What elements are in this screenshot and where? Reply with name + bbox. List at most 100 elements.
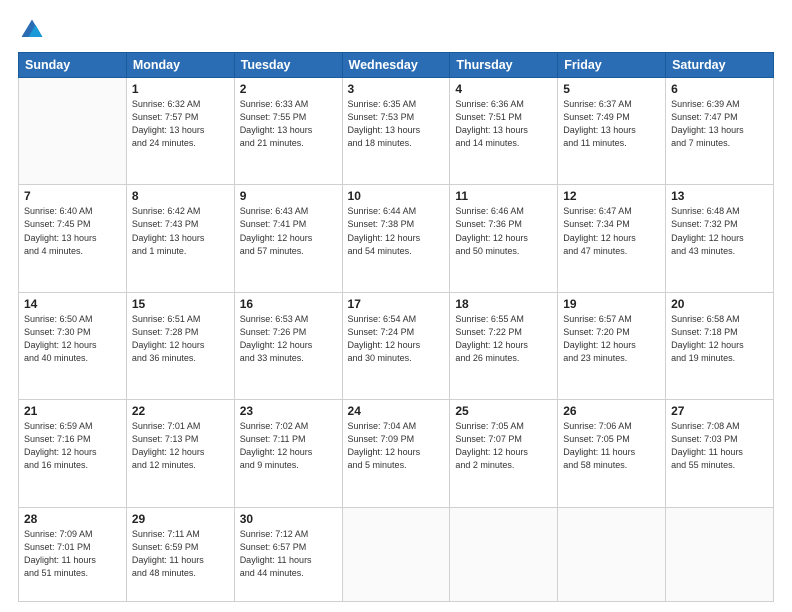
table-row: 7 Sunrise: 6:40 AM Sunset: 7:45 PM Daylig… xyxy=(19,185,127,292)
day-info: Sunrise: 6:48 AM Sunset: 7:32 PM Dayligh… xyxy=(671,205,768,257)
table-row: 2 Sunrise: 6:33 AM Sunset: 7:55 PM Daylig… xyxy=(234,78,342,185)
day-info: Sunrise: 7:12 AM Sunset: 6:57 PM Dayligh… xyxy=(240,528,337,580)
day-info: Sunrise: 6:54 AM Sunset: 7:24 PM Dayligh… xyxy=(348,313,445,365)
day-number: 2 xyxy=(240,82,337,96)
col-friday: Friday xyxy=(558,53,666,78)
day-number: 6 xyxy=(671,82,768,96)
day-number: 3 xyxy=(348,82,445,96)
day-number: 30 xyxy=(240,512,337,526)
table-row: 5 Sunrise: 6:37 AM Sunset: 7:49 PM Daylig… xyxy=(558,78,666,185)
table-row: 18 Sunrise: 6:55 AM Sunset: 7:22 PM Dayli… xyxy=(450,292,558,399)
day-number: 5 xyxy=(563,82,660,96)
table-row xyxy=(450,507,558,601)
table-row: 16 Sunrise: 6:53 AM Sunset: 7:26 PM Dayli… xyxy=(234,292,342,399)
day-number: 24 xyxy=(348,404,445,418)
table-row: 1 Sunrise: 6:32 AM Sunset: 7:57 PM Daylig… xyxy=(126,78,234,185)
day-number: 19 xyxy=(563,297,660,311)
day-info: Sunrise: 6:39 AM Sunset: 7:47 PM Dayligh… xyxy=(671,98,768,150)
table-row: 19 Sunrise: 6:57 AM Sunset: 7:20 PM Dayli… xyxy=(558,292,666,399)
day-info: Sunrise: 7:05 AM Sunset: 7:07 PM Dayligh… xyxy=(455,420,552,472)
day-info: Sunrise: 6:58 AM Sunset: 7:18 PM Dayligh… xyxy=(671,313,768,365)
table-row: 3 Sunrise: 6:35 AM Sunset: 7:53 PM Daylig… xyxy=(342,78,450,185)
table-row: 30 Sunrise: 7:12 AM Sunset: 6:57 PM Dayli… xyxy=(234,507,342,601)
day-number: 15 xyxy=(132,297,229,311)
day-info: Sunrise: 6:43 AM Sunset: 7:41 PM Dayligh… xyxy=(240,205,337,257)
day-number: 7 xyxy=(24,189,121,203)
col-monday: Monday xyxy=(126,53,234,78)
day-info: Sunrise: 6:37 AM Sunset: 7:49 PM Dayligh… xyxy=(563,98,660,150)
day-number: 1 xyxy=(132,82,229,96)
day-number: 9 xyxy=(240,189,337,203)
table-row: 13 Sunrise: 6:48 AM Sunset: 7:32 PM Dayli… xyxy=(666,185,774,292)
day-number: 8 xyxy=(132,189,229,203)
day-info: Sunrise: 6:47 AM Sunset: 7:34 PM Dayligh… xyxy=(563,205,660,257)
day-number: 16 xyxy=(240,297,337,311)
table-row: 4 Sunrise: 6:36 AM Sunset: 7:51 PM Daylig… xyxy=(450,78,558,185)
day-info: Sunrise: 7:01 AM Sunset: 7:13 PM Dayligh… xyxy=(132,420,229,472)
day-info: Sunrise: 7:11 AM Sunset: 6:59 PM Dayligh… xyxy=(132,528,229,580)
day-info: Sunrise: 6:53 AM Sunset: 7:26 PM Dayligh… xyxy=(240,313,337,365)
day-info: Sunrise: 6:55 AM Sunset: 7:22 PM Dayligh… xyxy=(455,313,552,365)
day-number: 13 xyxy=(671,189,768,203)
table-row: 27Sunrise: 7:08 AM Sunset: 7:03 PM Dayli… xyxy=(666,400,774,507)
day-number: 18 xyxy=(455,297,552,311)
table-row: 28 Sunrise: 7:09 AM Sunset: 7:01 PM Dayli… xyxy=(19,507,127,601)
day-info: Sunrise: 6:50 AM Sunset: 7:30 PM Dayligh… xyxy=(24,313,121,365)
day-info: Sunrise: 7:09 AM Sunset: 7:01 PM Dayligh… xyxy=(24,528,121,580)
table-row: 12 Sunrise: 6:47 AM Sunset: 7:34 PM Dayli… xyxy=(558,185,666,292)
day-number: 17 xyxy=(348,297,445,311)
calendar-table: Sunday Monday Tuesday Wednesday Thursday… xyxy=(18,52,774,602)
calendar-header-row: Sunday Monday Tuesday Wednesday Thursday… xyxy=(19,53,774,78)
day-info: Sunrise: 7:02 AM Sunset: 7:11 PM Dayligh… xyxy=(240,420,337,472)
day-number: 20 xyxy=(671,297,768,311)
day-info: Sunrise: 6:33 AM Sunset: 7:55 PM Dayligh… xyxy=(240,98,337,150)
table-row: 26Sunrise: 7:06 AM Sunset: 7:05 PM Dayli… xyxy=(558,400,666,507)
day-number: 21 xyxy=(24,404,121,418)
col-wednesday: Wednesday xyxy=(342,53,450,78)
day-info: Sunrise: 7:04 AM Sunset: 7:09 PM Dayligh… xyxy=(348,420,445,472)
day-number: 27 xyxy=(671,404,768,418)
table-row: 10 Sunrise: 6:44 AM Sunset: 7:38 PM Dayli… xyxy=(342,185,450,292)
day-number: 12 xyxy=(563,189,660,203)
day-info: Sunrise: 6:32 AM Sunset: 7:57 PM Dayligh… xyxy=(132,98,229,150)
day-info: Sunrise: 6:51 AM Sunset: 7:28 PM Dayligh… xyxy=(132,313,229,365)
table-row: 15 Sunrise: 6:51 AM Sunset: 7:28 PM Dayli… xyxy=(126,292,234,399)
col-sunday: Sunday xyxy=(19,53,127,78)
table-row: 25 Sunrise: 7:05 AM Sunset: 7:07 PM Dayli… xyxy=(450,400,558,507)
day-number: 23 xyxy=(240,404,337,418)
page: Sunday Monday Tuesday Wednesday Thursday… xyxy=(0,0,792,612)
table-row: 22 Sunrise: 7:01 AM Sunset: 7:13 PM Dayli… xyxy=(126,400,234,507)
day-number: 25 xyxy=(455,404,552,418)
day-info: Sunrise: 6:35 AM Sunset: 7:53 PM Dayligh… xyxy=(348,98,445,150)
table-row: 17 Sunrise: 6:54 AM Sunset: 7:24 PM Dayli… xyxy=(342,292,450,399)
table-row: 6 Sunrise: 6:39 AM Sunset: 7:47 PM Daylig… xyxy=(666,78,774,185)
day-number: 28 xyxy=(24,512,121,526)
table-row: 24 Sunrise: 7:04 AM Sunset: 7:09 PM Dayli… xyxy=(342,400,450,507)
day-info: Sunrise: 6:57 AM Sunset: 7:20 PM Dayligh… xyxy=(563,313,660,365)
logo-icon xyxy=(18,16,46,44)
day-number: 26 xyxy=(563,404,660,418)
header xyxy=(18,16,774,44)
table-row: 23 Sunrise: 7:02 AM Sunset: 7:11 PM Dayli… xyxy=(234,400,342,507)
day-number: 10 xyxy=(348,189,445,203)
col-tuesday: Tuesday xyxy=(234,53,342,78)
day-info: Sunrise: 6:40 AM Sunset: 7:45 PM Dayligh… xyxy=(24,205,121,257)
day-number: 22 xyxy=(132,404,229,418)
col-saturday: Saturday xyxy=(666,53,774,78)
table-row xyxy=(558,507,666,601)
day-info: Sunrise: 6:59 AM Sunset: 7:16 PM Dayligh… xyxy=(24,420,121,472)
table-row xyxy=(19,78,127,185)
day-number: 4 xyxy=(455,82,552,96)
day-info: Sunrise: 6:46 AM Sunset: 7:36 PM Dayligh… xyxy=(455,205,552,257)
day-info: Sunrise: 6:44 AM Sunset: 7:38 PM Dayligh… xyxy=(348,205,445,257)
day-number: 29 xyxy=(132,512,229,526)
day-info: Sunrise: 6:42 AM Sunset: 7:43 PM Dayligh… xyxy=(132,205,229,257)
table-row: 11 Sunrise: 6:46 AM Sunset: 7:36 PM Dayli… xyxy=(450,185,558,292)
table-row: 20 Sunrise: 6:58 AM Sunset: 7:18 PM Dayli… xyxy=(666,292,774,399)
logo xyxy=(18,16,50,44)
table-row xyxy=(666,507,774,601)
day-number: 11 xyxy=(455,189,552,203)
day-info: Sunrise: 6:36 AM Sunset: 7:51 PM Dayligh… xyxy=(455,98,552,150)
col-thursday: Thursday xyxy=(450,53,558,78)
table-row: 8 Sunrise: 6:42 AM Sunset: 7:43 PM Daylig… xyxy=(126,185,234,292)
